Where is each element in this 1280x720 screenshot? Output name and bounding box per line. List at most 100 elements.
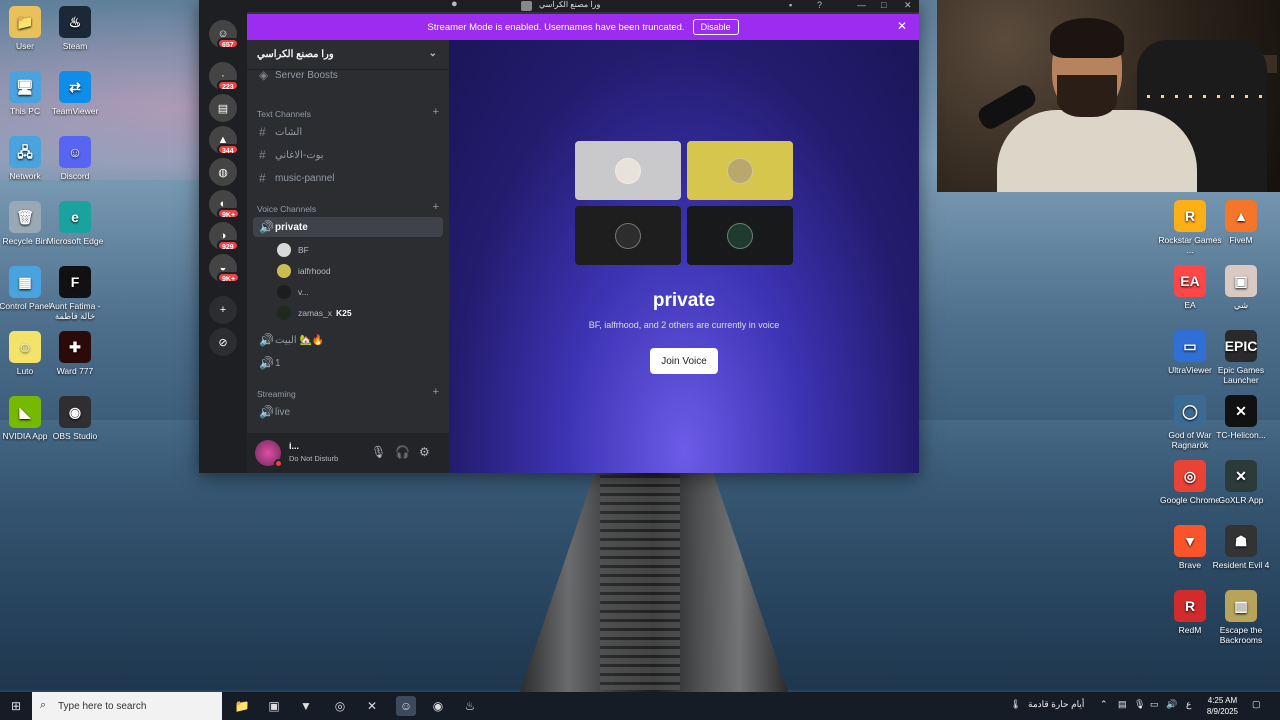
app-icon: 🖥 — [9, 71, 41, 103]
desktop-icon[interactable]: ✚ Ward 777 — [42, 331, 108, 376]
app-icon: F — [59, 266, 91, 298]
window-titlebar[interactable]: ● ورا مصنع الكراسي ▪ ? — □ ✕ — [199, 0, 919, 12]
voice-member-name: BF — [298, 245, 309, 255]
desktop-icon[interactable]: ▲ FiveM — [1208, 200, 1274, 245]
minimize-icon[interactable]: — — [857, 0, 866, 10]
join-voice-button[interactable]: Join Voice — [650, 348, 718, 374]
app-icon: ☺ — [9, 331, 41, 363]
desktop-icon[interactable]: ☺ Discord — [42, 136, 108, 181]
weather-icon[interactable]: 🌡 — [1010, 699, 1021, 710]
notification-icon[interactable]: ▢ — [1252, 699, 1261, 710]
tray-app-icon[interactable]: ▤ — [1118, 699, 1127, 710]
steam-icon[interactable]: ♨ — [460, 696, 480, 716]
obs-icon[interactable]: ◉ — [428, 696, 448, 716]
voice-member[interactable]: v... — [277, 283, 309, 301]
text-channels-category[interactable]: Text Channels — [257, 109, 311, 119]
desktop-icon[interactable]: ▥ Escape the Backrooms — [1208, 590, 1274, 645]
microsoft-store-icon[interactable]: ▣ — [264, 696, 284, 716]
discord-window: ● ورا مصنع الكراسي ▪ ? — □ ✕ ☺ 657 · 223 ▤ ▲ 3… — [199, 0, 919, 473]
tray-microphone-icon[interactable]: 🎙 — [1134, 699, 1145, 710]
add-text-channel-icon[interactable]: + — [433, 106, 439, 118]
user-status[interactable]: Do Not Disturb — [289, 454, 338, 463]
desktop-icon[interactable]: ✕ GoXLR App — [1208, 460, 1274, 505]
goxlr-icon[interactable]: ✕ — [362, 696, 382, 716]
headphones-icon[interactable]: 🎧 — [395, 445, 410, 459]
desktop-icon[interactable]: ♨ Steam — [42, 6, 108, 51]
file-explorer-icon[interactable]: 📁 — [232, 696, 252, 716]
chrome-icon[interactable]: ◎ — [330, 696, 350, 716]
cursor-pointer-icon: ● — [451, 0, 458, 10]
add-voice-channel-icon[interactable]: + — [433, 201, 439, 213]
app-icon: R — [1174, 200, 1206, 232]
clock-time: 4:25 AM — [1207, 696, 1238, 705]
weather-text[interactable]: أيام حارة قادمة — [1028, 699, 1084, 710]
language-indicator[interactable]: ع — [1186, 699, 1191, 710]
desktop-icon[interactable]: ☗ Resident Evil 4 — [1208, 525, 1274, 570]
server-icon[interactable]: ◍ — [209, 158, 237, 186]
disable-streamer-mode-button[interactable]: Disable — [692, 19, 739, 35]
voice-participant-tile[interactable] — [687, 206, 793, 265]
desktop-icon-label: Resident Evil 4 — [1212, 560, 1270, 570]
voice-participant-tile[interactable] — [687, 141, 793, 200]
voice-participant-tile[interactable] — [575, 206, 681, 265]
volume-icon[interactable]: 🔊 — [1166, 699, 1177, 710]
channel-sidebar: ورا مصنع الكراسي ⌄ ◈ Server Boosts Text … — [247, 40, 449, 473]
server-name: ورا مصنع الكراسي — [257, 49, 334, 60]
desktop-icon[interactable]: ▣ شي — [1208, 265, 1274, 310]
hashtag-icon: # — [259, 148, 266, 162]
text-channel-0[interactable]: # الشات — [253, 122, 443, 142]
taskbar-search-box[interactable]: ⌕ Type here to search — [32, 692, 222, 720]
maximize-icon[interactable]: □ — [881, 0, 886, 10]
voice-member[interactable]: BF — [277, 241, 309, 259]
user-name[interactable]: i... — [289, 441, 299, 451]
server-boosts[interactable]: ◈ Server Boosts — [253, 65, 443, 85]
webcam-person-shirt — [997, 110, 1197, 192]
windows-start-icon[interactable]: ⊞ — [6, 696, 26, 716]
app-icon: ▥ — [1225, 590, 1257, 622]
mention-badge: 929 — [217, 240, 239, 251]
text-channel-2[interactable]: # music-pannel — [253, 168, 443, 188]
voice-member[interactable]: ialfrhood — [277, 262, 331, 280]
inbox-icon[interactable]: ▪ — [789, 0, 792, 10]
desktop-icon-label: Steam — [62, 41, 88, 51]
desktop-icon[interactable]: ◉ OBS Studio — [42, 396, 108, 441]
discord-taskbar-icon[interactable]: ☺ — [396, 696, 416, 716]
voice-participant-tile[interactable] — [575, 141, 681, 200]
desktop-icon[interactable]: e Microsoft Edge — [42, 201, 108, 246]
voice-member[interactable]: zamas_x K25 — [277, 304, 352, 322]
app-icon: e — [59, 201, 91, 233]
brave-icon[interactable]: ▼ — [296, 696, 316, 716]
explore-servers-icon[interactable]: ⊘ — [209, 328, 237, 356]
app-icon: ▼ — [1174, 525, 1206, 557]
dnd-status-icon — [274, 459, 283, 468]
desktop-icon-label: Escape the Backrooms — [1219, 625, 1263, 645]
voice-channel-private[interactable]: 🔊 private — [253, 217, 443, 237]
text-channel-label: بوت-الاغاني — [275, 149, 324, 161]
close-banner-icon[interactable]: ✕ — [897, 19, 907, 33]
desktop-icon-label: FiveM — [1229, 235, 1253, 245]
add-server-icon[interactable]: + — [209, 296, 237, 324]
voice-channel-bait[interactable]: 🔊 البيت 🏡🔥 — [253, 330, 443, 350]
help-icon[interactable]: ? — [817, 0, 822, 10]
text-channel-1[interactable]: # بوت-الاغاني — [253, 145, 443, 165]
avatar — [727, 157, 753, 184]
desktop-icon[interactable]: ✕ TC-Helicon... — [1208, 395, 1274, 440]
network-icon[interactable]: ▭ — [1150, 699, 1159, 710]
app-icon: 🖧 — [9, 136, 41, 168]
voice-channel-1[interactable]: 🔊 1 — [253, 353, 443, 373]
add-streaming-channel-icon[interactable]: + — [433, 386, 439, 398]
speaker-icon: 🔊 — [259, 356, 274, 370]
desktop-icon[interactable]: F Aunt Fatima - خالة فاطمة — [42, 266, 108, 321]
voice-channels-category[interactable]: Voice Channels — [257, 204, 316, 214]
desktop-icon[interactable]: EPIC Epic Games Launcher — [1208, 330, 1274, 385]
streaming-category[interactable]: Streaming — [257, 389, 296, 399]
gear-icon[interactable]: ⚙ — [419, 445, 430, 459]
microphone-icon[interactable]: 🎙 — [371, 445, 386, 459]
voice-channel-live[interactable]: 🔊 live — [253, 402, 443, 422]
chevron-up-icon[interactable]: ⌃ — [1100, 699, 1108, 710]
desktop-icon[interactable]: ⇄ TeamViewer — [42, 71, 108, 116]
server-icon[interactable]: ▤ — [209, 94, 237, 122]
clock[interactable]: 4:25 AM 8/9/2025 — [1207, 695, 1238, 717]
server-list: ☺ 657 · 223 ▤ ▲ 344 ◍ ◐ 9K+ ◑ 929 ◒ 9K+ + ⊘ — [199, 12, 247, 473]
close-window-icon[interactable]: ✕ — [904, 0, 912, 11]
